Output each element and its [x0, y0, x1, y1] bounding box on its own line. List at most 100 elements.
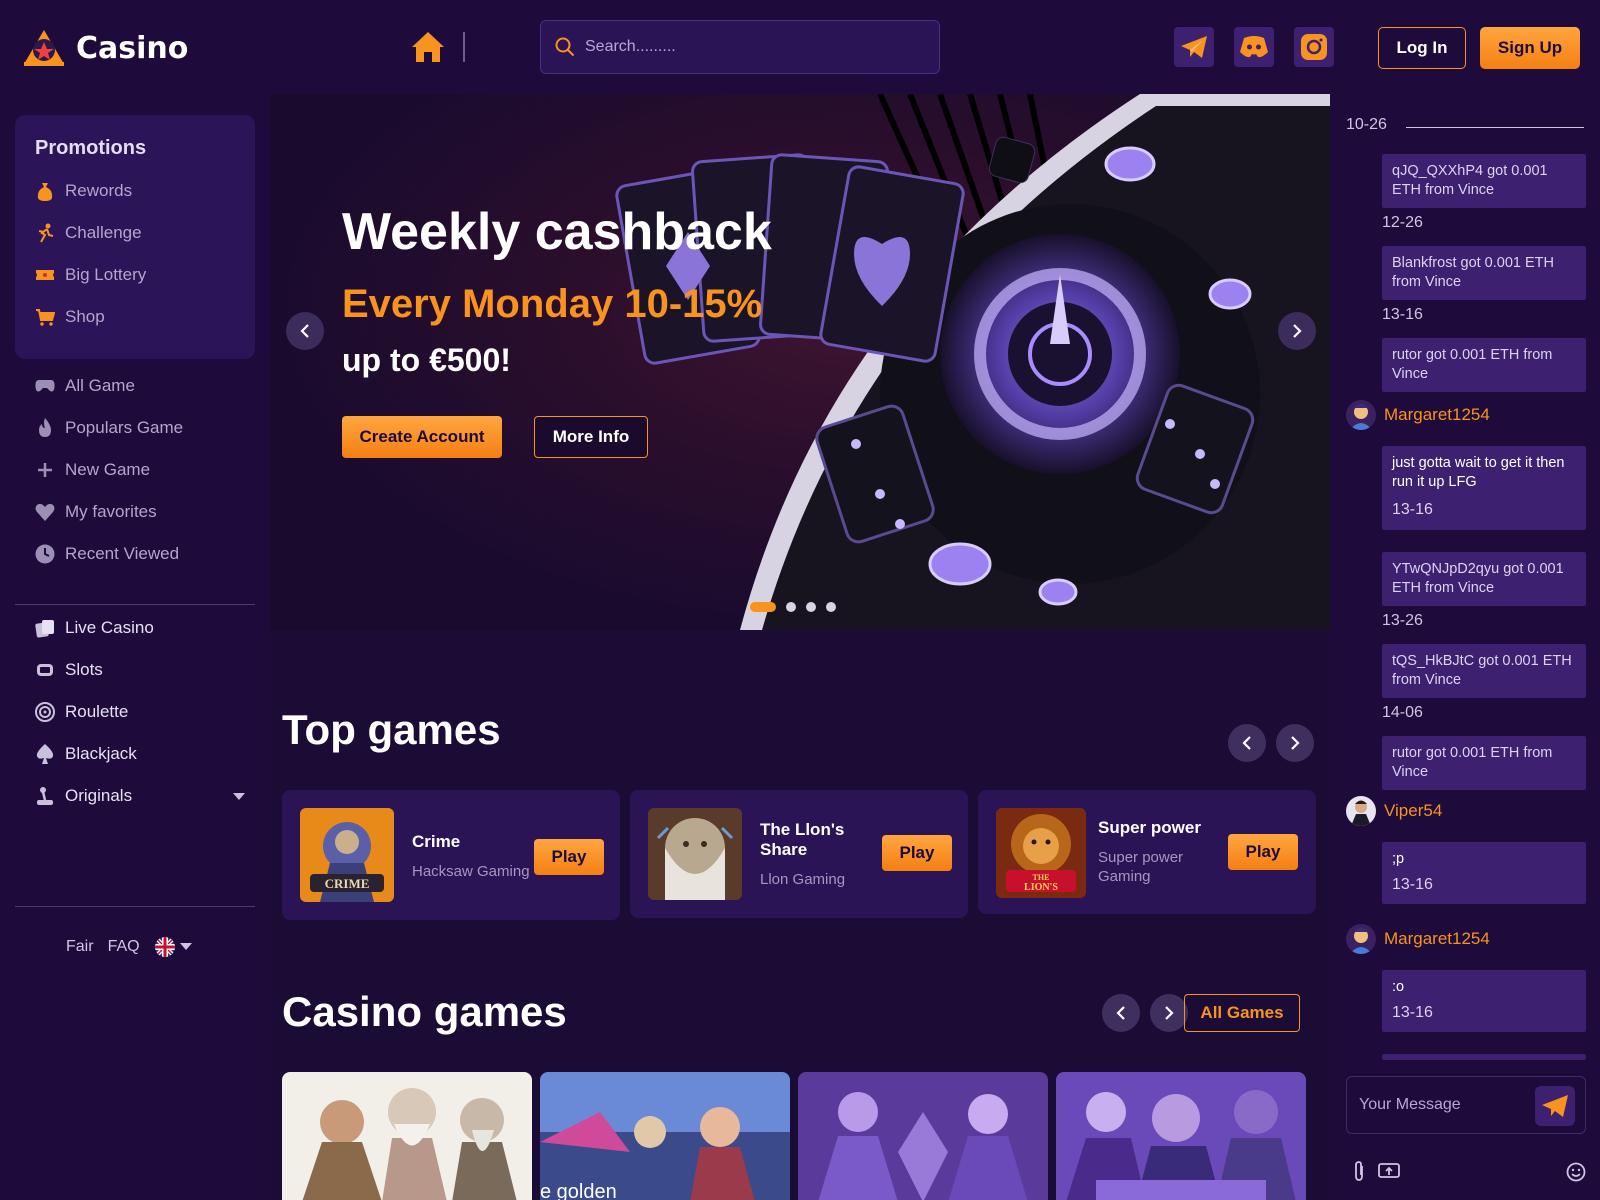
chat-panel: 10-26 qJQ_QXXhP4 got 0.001 ETH from Vinc…	[1330, 94, 1600, 1200]
top-games-title: Top games	[282, 706, 501, 753]
chat-user[interactable]: Margaret1254	[1346, 400, 1490, 430]
sidebar-item-recent-viewed[interactable]: Recent Viewed	[35, 544, 179, 564]
sidebar-item-label: Rewords	[65, 181, 133, 200]
more-info-button[interactable]: More Info	[534, 416, 648, 458]
sidebar-item-challenge[interactable]: Challenge	[35, 223, 142, 243]
top-games-prev-button[interactable]	[1228, 724, 1266, 762]
plus-icon	[35, 460, 55, 480]
casino-games-prev-button[interactable]	[1102, 994, 1140, 1032]
chat-username: Margaret1254	[1384, 405, 1490, 424]
fair-link[interactable]: Fair	[66, 938, 94, 956]
chevron-left-icon	[1116, 1006, 1125, 1020]
casino-game-tile[interactable]	[1056, 1072, 1306, 1200]
sidebar-item-blackjack[interactable]: Blackjack	[35, 744, 137, 764]
top-header: Casino Log In Sign Up	[0, 0, 1600, 94]
heart-icon	[35, 502, 55, 522]
sidebar-item-label: Big Lottery	[65, 265, 147, 284]
faq-link[interactable]: FAQ	[108, 938, 140, 956]
casino-games-next-button[interactable]	[1150, 994, 1188, 1032]
sidebar-item-all-game[interactable]: All Game	[35, 376, 135, 396]
sidebar-item-my-favorites[interactable]: My favorites	[35, 502, 157, 522]
promotions-panel: Promotions Rewords Challenge Big Lottery…	[15, 115, 255, 359]
casino-game-tile[interactable]	[798, 1072, 1048, 1200]
chat-date: 12-26	[1382, 214, 1423, 231]
send-button[interactable]	[1535, 1086, 1575, 1126]
svg-text:LION'S: LION'S	[1024, 882, 1058, 893]
chat-message: just gotta wait to get it then run it up…	[1382, 446, 1586, 530]
login-button[interactable]: Log In	[1378, 27, 1466, 69]
sidebar-item-label: All Game	[65, 376, 135, 395]
carousel-dot[interactable]	[750, 602, 776, 612]
attachment-icon[interactable]	[1352, 1160, 1366, 1182]
sidebar-item-label: New Game	[65, 460, 151, 479]
heroes-artwork	[798, 1072, 1048, 1200]
language-selector[interactable]	[154, 936, 192, 958]
cards-icon	[35, 618, 55, 638]
casino-game-tile[interactable]: e golden	[540, 1072, 790, 1200]
slot-icon	[35, 660, 55, 680]
sidebar-footer: Fair FAQ	[66, 936, 192, 958]
game-thumbnail: THE LION'S	[996, 808, 1086, 898]
banner-title: Weekly cashback	[342, 203, 772, 261]
sidebar-item-new-game[interactable]: New Game	[35, 460, 150, 480]
chat-username: Margaret1254	[1384, 929, 1490, 948]
chevron-down-icon[interactable]	[233, 793, 245, 801]
chat-message: :o 13-16	[1382, 970, 1586, 1032]
send-icon	[1542, 1095, 1568, 1117]
home-icon[interactable]	[410, 29, 446, 65]
casino-game-tile[interactable]	[282, 1072, 532, 1200]
svg-text:CRIME: CRIME	[325, 876, 370, 891]
carousel-dot[interactable]	[826, 602, 836, 612]
crime-artwork: CRIME	[300, 808, 394, 902]
sidebar-item-live-casino[interactable]: Live Casino	[35, 618, 154, 638]
chat-user[interactable]: Margaret1254	[1346, 924, 1490, 954]
discord-button[interactable]	[1234, 27, 1274, 67]
carousel-dot[interactable]	[786, 602, 796, 612]
search-bar[interactable]	[540, 20, 940, 74]
sidebar-item-slots[interactable]: Slots	[35, 660, 103, 680]
chat-date-line	[1406, 127, 1584, 128]
chevron-left-icon	[1242, 736, 1251, 750]
search-input[interactable]	[585, 38, 905, 56]
sidebar-divider	[15, 604, 255, 605]
sidebar-item-label: Originals	[65, 786, 133, 805]
play-button[interactable]: Play	[1228, 834, 1298, 870]
top-games-next-button[interactable]	[1276, 724, 1314, 762]
all-games-button[interactable]: All Games	[1184, 994, 1300, 1032]
chat-input-box[interactable]	[1346, 1076, 1586, 1134]
sidebar-item-roulette[interactable]: Roulette	[35, 702, 128, 722]
sidebar-item-label: Roulette	[65, 702, 129, 721]
game-card-the-llons-share[interactable]: The Llon's Share Llon Gaming Play	[630, 790, 968, 918]
instagram-button[interactable]	[1294, 27, 1334, 67]
chat-user[interactable]: Viper54	[1346, 796, 1442, 826]
play-button[interactable]: Play	[882, 835, 952, 871]
game-card-super-power[interactable]: THE LION'S Super power Super power Gamin…	[978, 790, 1316, 914]
chat-message-time: 13-16	[1392, 876, 1433, 893]
carousel-dot[interactable]	[806, 602, 816, 612]
sidebar-item-rewords[interactable]: Rewords	[35, 181, 132, 201]
chat-message-input[interactable]	[1359, 1096, 1529, 1114]
game-card-crime[interactable]: CRIME Crime Hacksaw Gaming Play	[282, 790, 620, 920]
star-artwork	[1056, 1072, 1306, 1200]
sidebar-item-originals[interactable]: Originals	[35, 786, 245, 806]
telegram-button[interactable]	[1174, 27, 1214, 67]
banner-subtitle: Every Monday 10-15%	[342, 282, 763, 326]
sidebar-item-label: Populars Game	[65, 418, 184, 437]
signup-button[interactable]: Sign Up	[1480, 27, 1580, 69]
create-account-button[interactable]: Create Account	[342, 416, 502, 458]
brand-name: Casino	[76, 30, 189, 66]
uk-flag-icon	[154, 937, 175, 957]
sidebar-item-populars-game[interactable]: Populars Game	[35, 418, 183, 438]
share-screen-icon[interactable]	[1378, 1162, 1400, 1182]
brand-logo[interactable]: Casino	[20, 28, 188, 68]
sidebar-item-label: Slots	[65, 660, 103, 679]
banner-next-button[interactable]	[1278, 312, 1316, 350]
banner-prev-button[interactable]	[286, 312, 324, 350]
chat-message: rutor got 0.001 ETH from Vince	[1382, 736, 1586, 790]
play-button[interactable]: Play	[534, 839, 604, 875]
sidebar-item-big-lottery[interactable]: Big Lottery	[35, 265, 146, 285]
game-provider: Llon Gaming	[760, 871, 846, 888]
sidebar-item-shop[interactable]: Shop	[35, 307, 105, 327]
emoji-icon[interactable]	[1566, 1162, 1586, 1182]
chat-message	[1382, 1054, 1586, 1060]
